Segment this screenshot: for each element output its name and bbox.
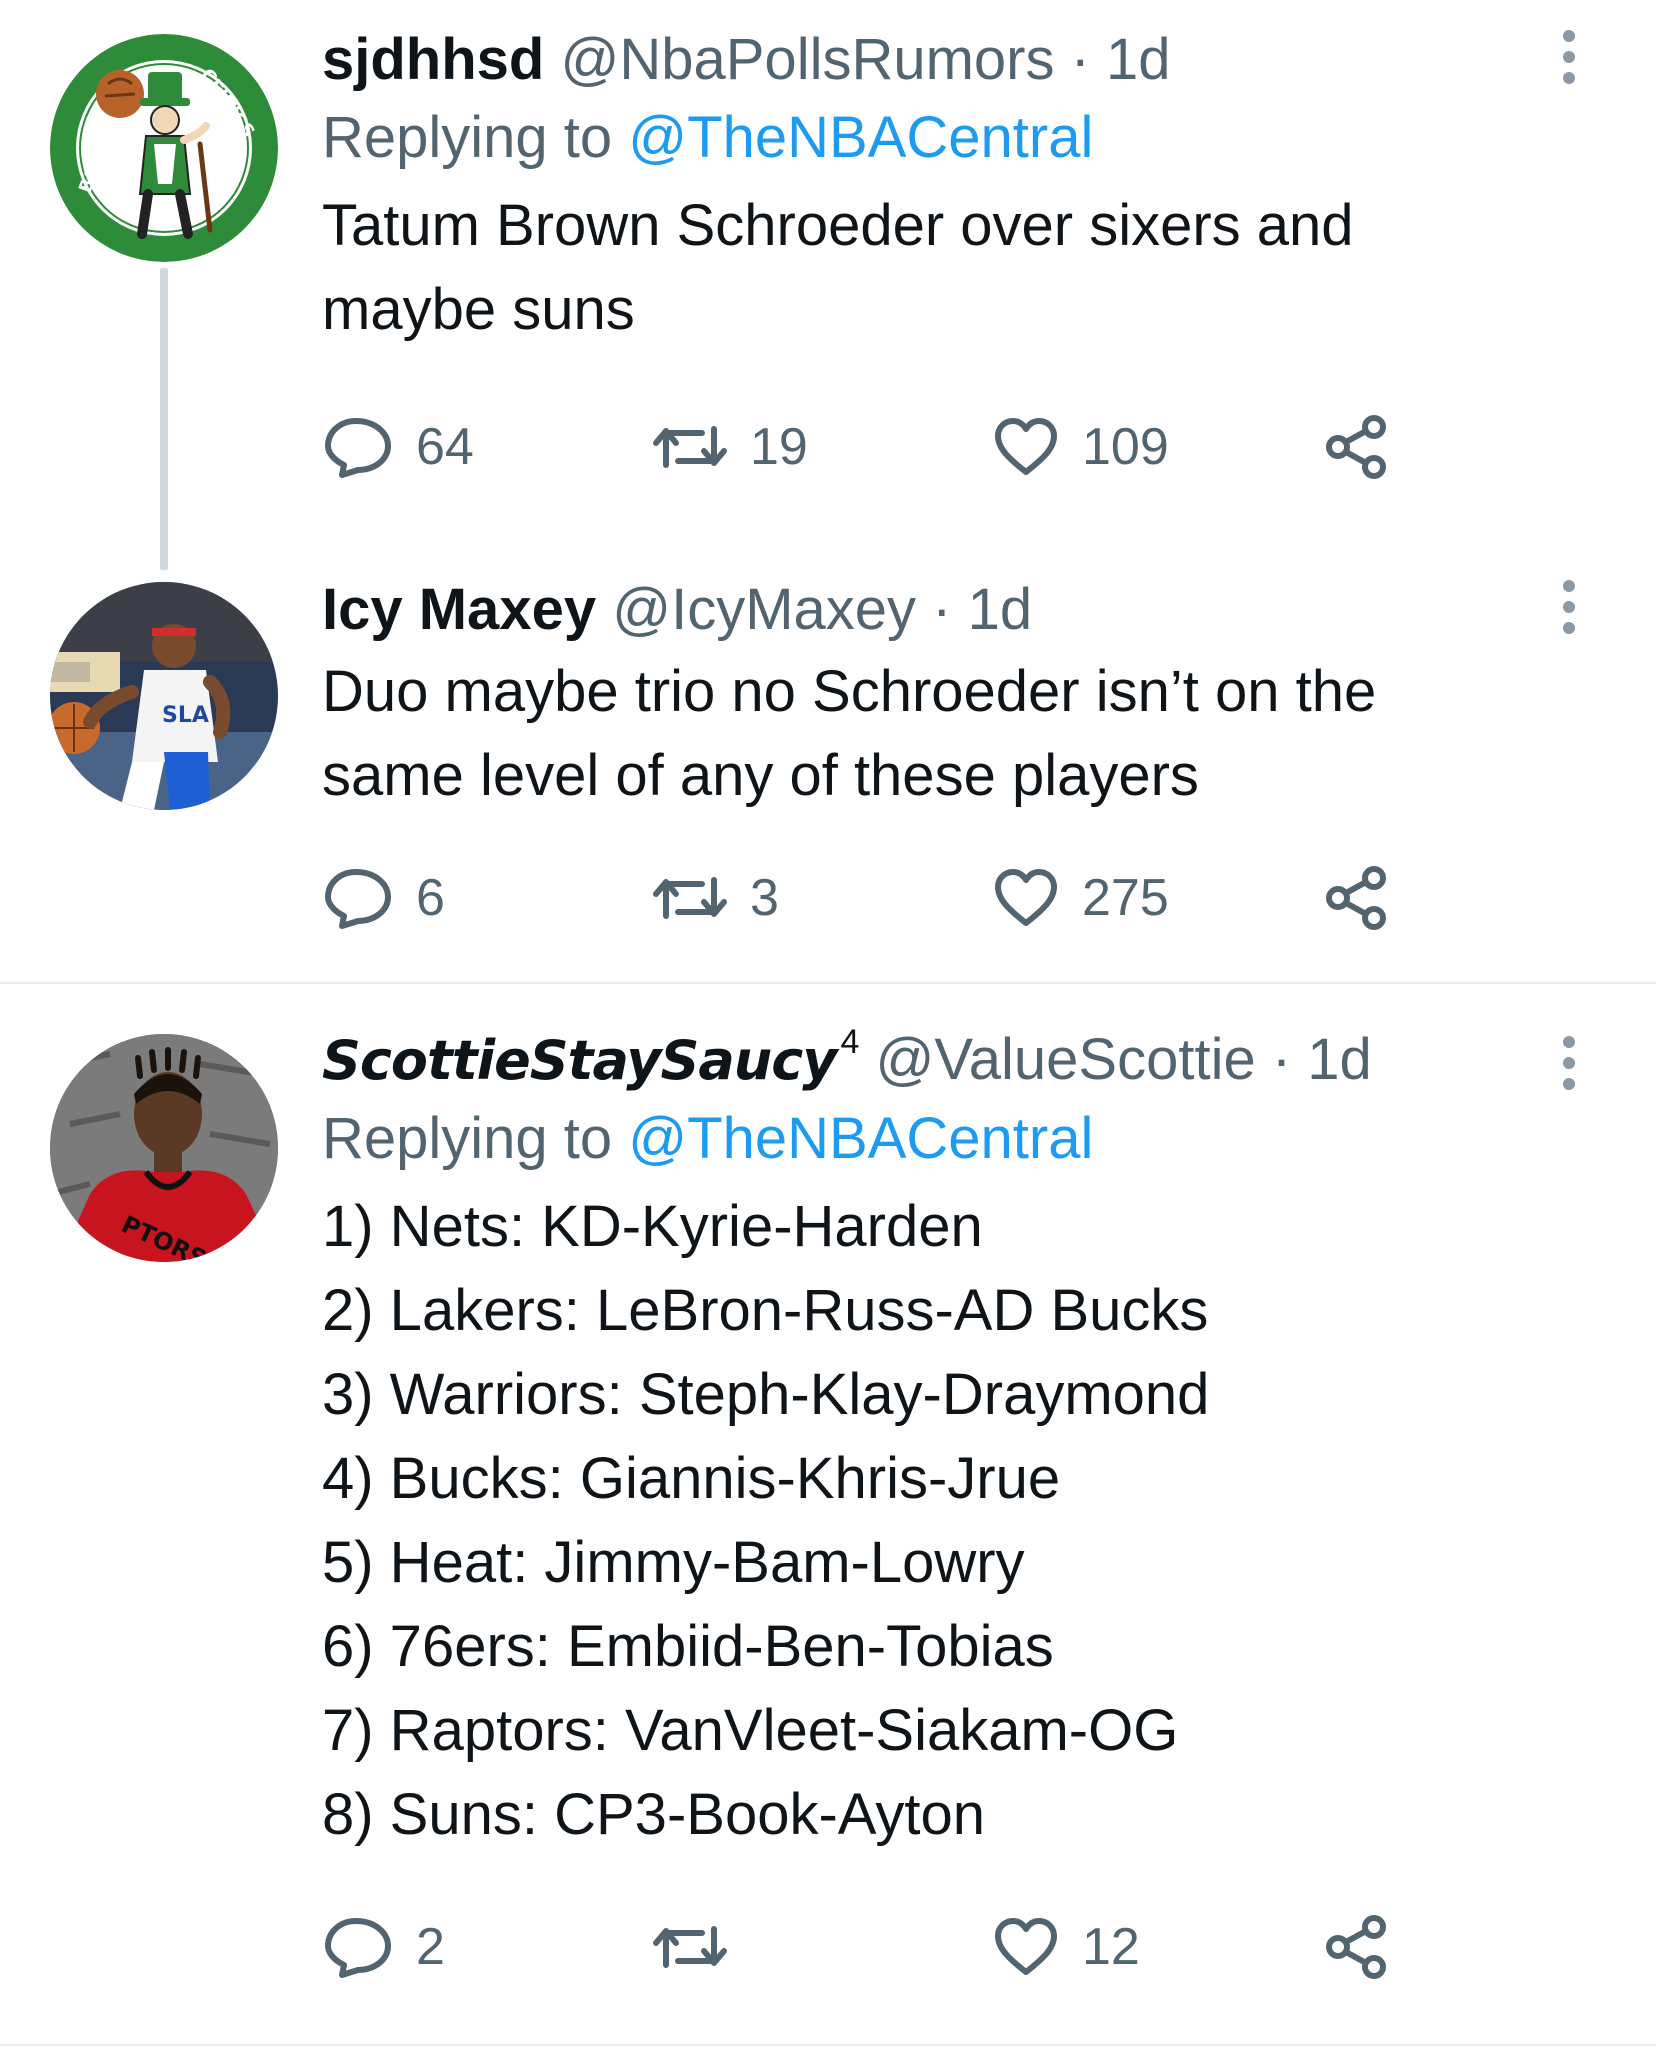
tweet-text: Tatum Brown Schroeder over sixers and ma… [322,193,1354,342]
retweet-icon [653,877,727,919]
retweet-button[interactable]: 19 [652,412,808,482]
more-options-icon[interactable] [1562,580,1576,634]
reply-bubble-icon [325,418,391,478]
thread-line [160,268,168,570]
tweet-3-body: ScottieStaySaucy 4 @ValueScottie · 1d Rep… [322,1004,1522,1857]
tweet-2[interactable]: SLA Icy Maxey @IcyMaxey · 1d Duo maybe t… [0,560,1656,982]
reply-bubble-icon [325,1918,391,1978]
tweet-divider [0,2044,1656,2046]
timestamp[interactable]: · 1d [1071,27,1171,92]
handle[interactable]: @NbaPollsRumors [560,27,1054,92]
tweet-1-actions: 64 19 109 [322,412,1422,482]
share-button[interactable] [1324,412,1412,482]
display-name[interactable]: ScottieStaySaucy [322,1029,837,1092]
share-icon [1326,415,1386,479]
timestamp[interactable]: · 1d [1272,1027,1372,1092]
retweet-button[interactable] [652,1912,750,1982]
heart-icon [995,869,1057,926]
tweet-text: Duo maybe trio no Schroeder isn’t on the… [322,659,1377,808]
tweet-2-actions: 6 3 275 [322,863,1422,933]
tweet-3[interactable]: PTORS ScottieStaySaucy 4 @ValueScottie · … [0,984,1656,2048]
tweet-3-actions: 2 12 [322,1912,1422,1982]
reply-count: 6 [416,869,445,927]
replying-to: Replying to @TheNBACentral [322,1099,1522,1179]
retweet-count: 19 [750,418,808,476]
like-count: 12 [1082,1918,1140,1976]
tweet-1-header: sjdhhsd @NbaPollsRumors · 1d [322,22,1522,98]
timestamp[interactable]: · 1d [932,577,1032,642]
display-name[interactable]: Icy Maxey [322,577,596,642]
tweet-text: 1) Nets: KD-Kyrie-Harden 2) Lakers: LeBr… [322,1194,1210,1847]
handle[interactable]: @ValueScottie [875,1027,1255,1092]
avatar-celtics[interactable]: BOSTON CELTICS [50,34,278,262]
like-button[interactable]: 109 [992,412,1169,482]
replying-to-link[interactable]: @TheNBACentral [628,1106,1093,1171]
like-count: 109 [1082,418,1169,476]
handle[interactable]: @IcyMaxey [612,577,916,642]
avatar-value-scottie[interactable]: PTORS [50,1034,278,1262]
reply-count: 2 [416,1918,445,1976]
share-button[interactable] [1324,863,1412,933]
like-button[interactable]: 12 [992,1912,1140,1982]
replying-to-label: Replying to [322,105,613,170]
heart-icon [995,1918,1057,1975]
reply-bubble-icon [325,869,391,929]
replying-to-link[interactable]: @TheNBACentral [628,105,1093,170]
tweet-3-header: ScottieStaySaucy 4 @ValueScottie · 1d [322,1004,1522,1099]
tweet-1[interactable]: BOSTON CELTICS sjdhhsd @NbaPollsRumors ·… [0,0,1656,570]
share-icon [1326,866,1386,930]
tweet-1-body: sjdhhsd @NbaPollsRumors · 1d Replying to… [322,22,1522,352]
badge: 4 [840,1023,860,1061]
share-button[interactable] [1324,1912,1412,1982]
display-name[interactable]: sjdhhsd [322,27,544,92]
reply-button[interactable]: 2 [322,1912,445,1982]
reply-button[interactable]: 6 [322,863,445,933]
like-button[interactable]: 275 [992,863,1169,933]
avatar-icy-maxey[interactable]: SLA [50,582,278,810]
tweet-2-body: Icy Maxey @IcyMaxey · 1d Duo maybe trio … [322,572,1522,818]
retweet-count: 3 [750,869,779,927]
retweet-button[interactable]: 3 [652,863,779,933]
heart-icon [995,418,1057,475]
retweet-icon [653,1926,727,1968]
tweet-2-header: Icy Maxey @IcyMaxey · 1d [322,572,1522,648]
retweet-icon [653,426,727,468]
more-options-icon[interactable] [1562,1036,1576,1090]
like-count: 275 [1082,869,1169,927]
more-options-icon[interactable] [1562,30,1576,84]
reply-button[interactable]: 64 [322,412,474,482]
replying-to: Replying to @TheNBACentral [322,98,1522,178]
svg-text:SLA: SLA [162,703,209,728]
share-icon [1326,1915,1386,1979]
replying-to-label: Replying to [322,1106,613,1171]
reply-count: 64 [416,418,474,476]
